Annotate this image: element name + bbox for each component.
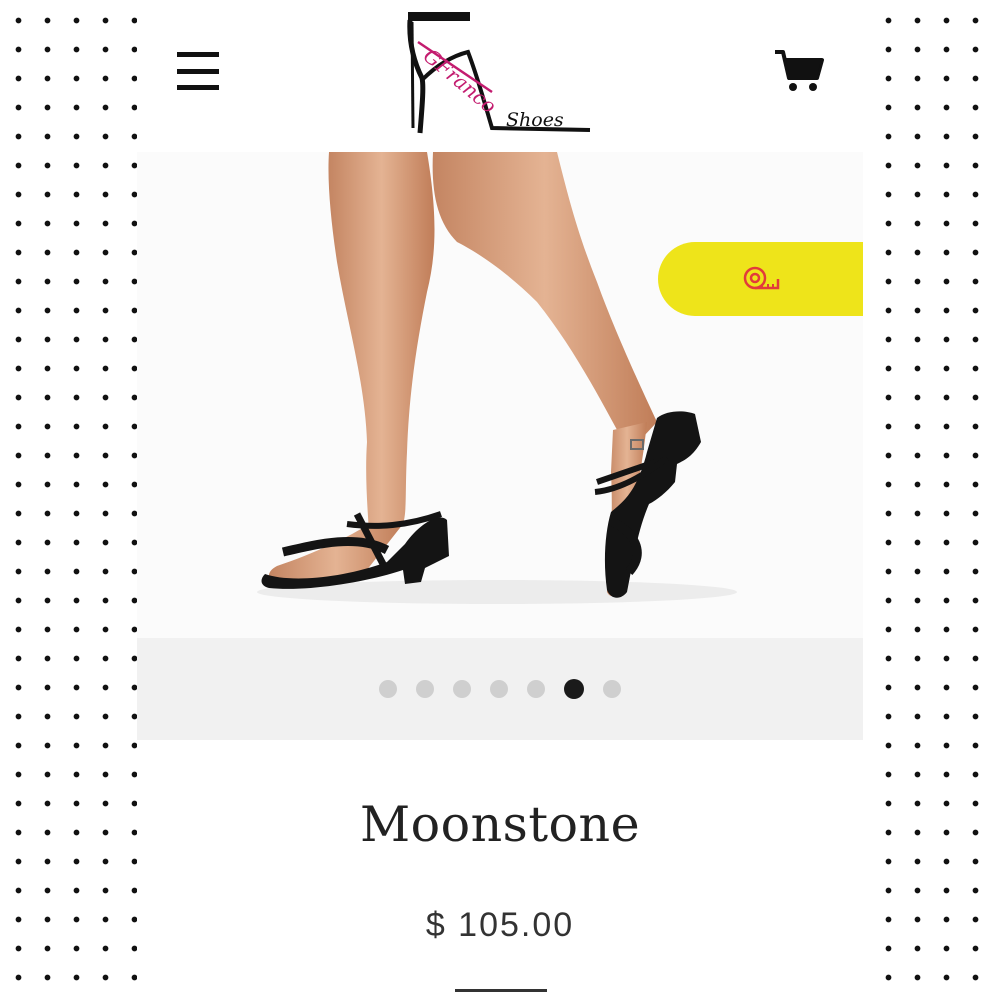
pagination-dot-active[interactable] [564,679,584,699]
pagination-dot[interactable] [379,680,397,698]
gfranco-shoes-logo[interactable]: GFranco Shoes [400,8,600,138]
pagination-dot[interactable] [527,680,545,698]
pagination-dot[interactable] [490,680,508,698]
gallery-pagination [137,638,863,740]
shopping-cart-icon[interactable] [773,48,825,94]
product-image[interactable] [137,152,863,638]
product-photo [257,152,737,604]
size-guide-button[interactable] [658,242,863,316]
product-price: $ 105.00 [425,906,575,944]
pagination-dot[interactable] [453,680,471,698]
pagination-dot[interactable] [603,680,621,698]
pagination-dot[interactable] [416,680,434,698]
tape-measure-icon [743,266,780,290]
product-title: Moonstone [359,796,641,853]
pagination-dots [379,679,621,699]
divider [455,989,547,992]
site-header: GFranco Shoes [137,0,863,152]
hamburger-menu-icon[interactable] [177,52,223,90]
svg-text:Shoes: Shoes [506,109,564,131]
product-page: GFranco Shoes Moonstone $ 105.00 [137,0,863,1000]
